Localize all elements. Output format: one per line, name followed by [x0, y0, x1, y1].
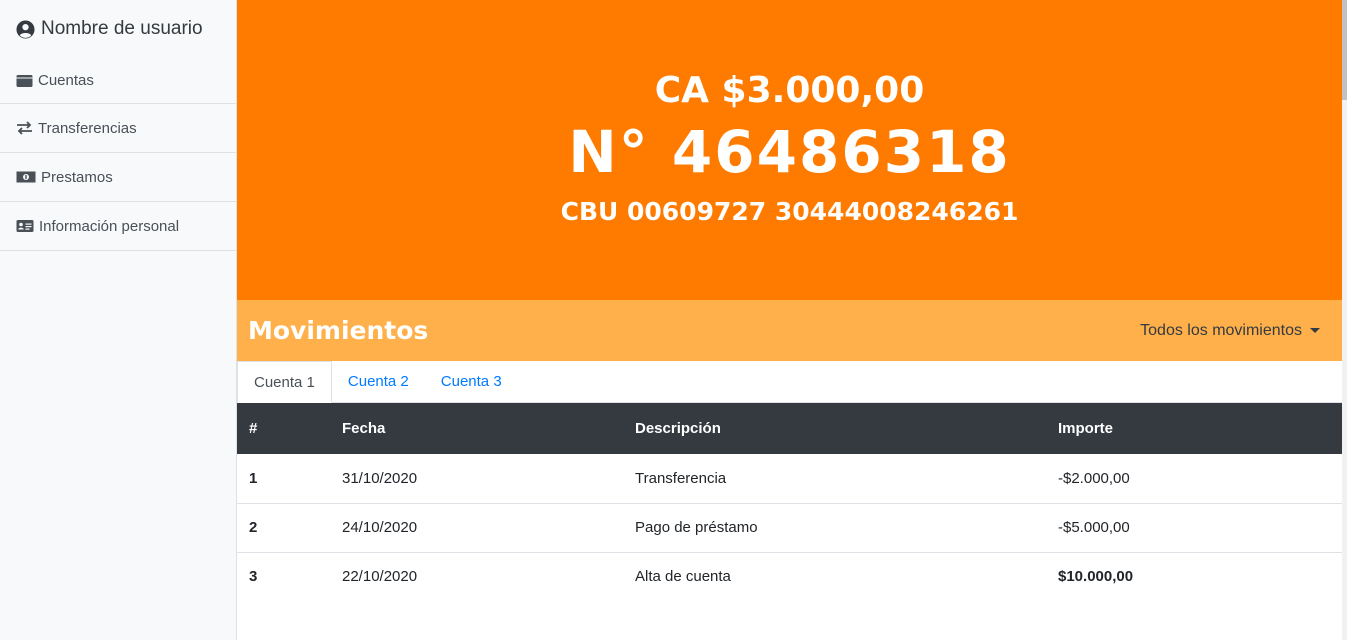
- exchange-icon: [17, 121, 32, 135]
- column-header-number: #: [249, 420, 258, 437]
- movements-filter-label: Todos los movimientos: [1140, 321, 1302, 339]
- tab-cuenta-3[interactable]: Cuenta 3: [425, 361, 518, 402]
- movements-title: Movimientos: [248, 316, 429, 345]
- table-row: 2 24/10/2020 Pago de préstamo -$5.000,00: [237, 503, 1342, 552]
- sidebar-item-label: Transferencias: [38, 119, 137, 137]
- sidebar-item-label: Prestamos: [41, 168, 113, 186]
- id-card-icon: [16, 220, 34, 232]
- wallet-icon: [16, 74, 33, 87]
- username: Nombre de usuario: [41, 18, 203, 39]
- account-summary: CA $3.000,00 N° 46486318 CBU 00609727 30…: [237, 0, 1342, 300]
- tab-cuenta-1[interactable]: Cuenta 1: [237, 361, 332, 403]
- money-bill-icon: [16, 171, 36, 183]
- column-header-fecha: Fecha: [342, 420, 386, 437]
- sidebar-item-prestamos[interactable]: Prestamos: [0, 153, 236, 202]
- sidebar-item-label: Cuentas: [38, 72, 94, 89]
- tab-cuenta-2[interactable]: Cuenta 2: [332, 361, 425, 402]
- account-tabs: Cuenta 1 Cuenta 2 Cuenta 3: [237, 361, 1342, 403]
- movements-header: Movimientos Todos los movimientos: [237, 300, 1342, 361]
- account-balance: CA $3.000,00: [654, 70, 925, 111]
- row-importe: -$2.000,00: [1058, 469, 1130, 487]
- column-header-importe: Importe: [1058, 420, 1114, 437]
- sidebar-item-label: Información personal: [39, 217, 180, 235]
- user-circle-icon: [16, 19, 35, 39]
- row-descripcion: Pago de préstamo: [635, 519, 758, 536]
- movements-filter-dropdown[interactable]: Todos los movimientos: [1140, 322, 1320, 340]
- column-header-descripcion: Descripción: [635, 420, 721, 437]
- movements-table: # Fecha Descripción Importe 1 31/10/2020…: [237, 403, 1342, 601]
- scrollbar[interactable]: [1342, 0, 1347, 640]
- row-descripcion: Alta de cuenta: [635, 568, 731, 586]
- account-number: N° 46486318: [568, 118, 1011, 186]
- row-importe: -$5.000,00: [1058, 519, 1130, 536]
- row-descripcion: Transferencia: [635, 469, 727, 487]
- sidebar-item-cuentas[interactable]: Cuentas: [0, 58, 236, 104]
- row-fecha: 22/10/2020: [342, 568, 418, 586]
- row-number: 2: [249, 519, 258, 536]
- row-fecha: 24/10/2020: [342, 519, 418, 536]
- row-number: 1: [249, 469, 258, 487]
- row-number: 3: [249, 568, 258, 586]
- table-row: 3 22/10/2020 Alta de cuenta $10.000,00: [237, 552, 1342, 601]
- sidebar: Nombre de usuario Cuentas Transferencias…: [0, 0, 237, 640]
- account-cbu: CBU 00609727 30444008246261: [560, 197, 1019, 226]
- table-header-row: # Fecha Descripción Importe: [237, 403, 1342, 454]
- sidebar-item-informacion-personal[interactable]: Información personal: [0, 202, 236, 251]
- main-content: CA $3.000,00 N° 46486318 CBU 00609727 30…: [237, 0, 1342, 640]
- caret-down-icon: [1310, 328, 1320, 333]
- table-row: 1 31/10/2020 Transferencia -$2.000,00: [237, 454, 1342, 503]
- scrollbar-thumb[interactable]: [1342, 0, 1347, 100]
- user-profile[interactable]: Nombre de usuario: [0, 0, 236, 58]
- row-fecha: 31/10/2020: [342, 469, 418, 487]
- row-importe: $10.000,00: [1058, 568, 1134, 586]
- sidebar-item-transferencias[interactable]: Transferencias: [0, 104, 236, 153]
